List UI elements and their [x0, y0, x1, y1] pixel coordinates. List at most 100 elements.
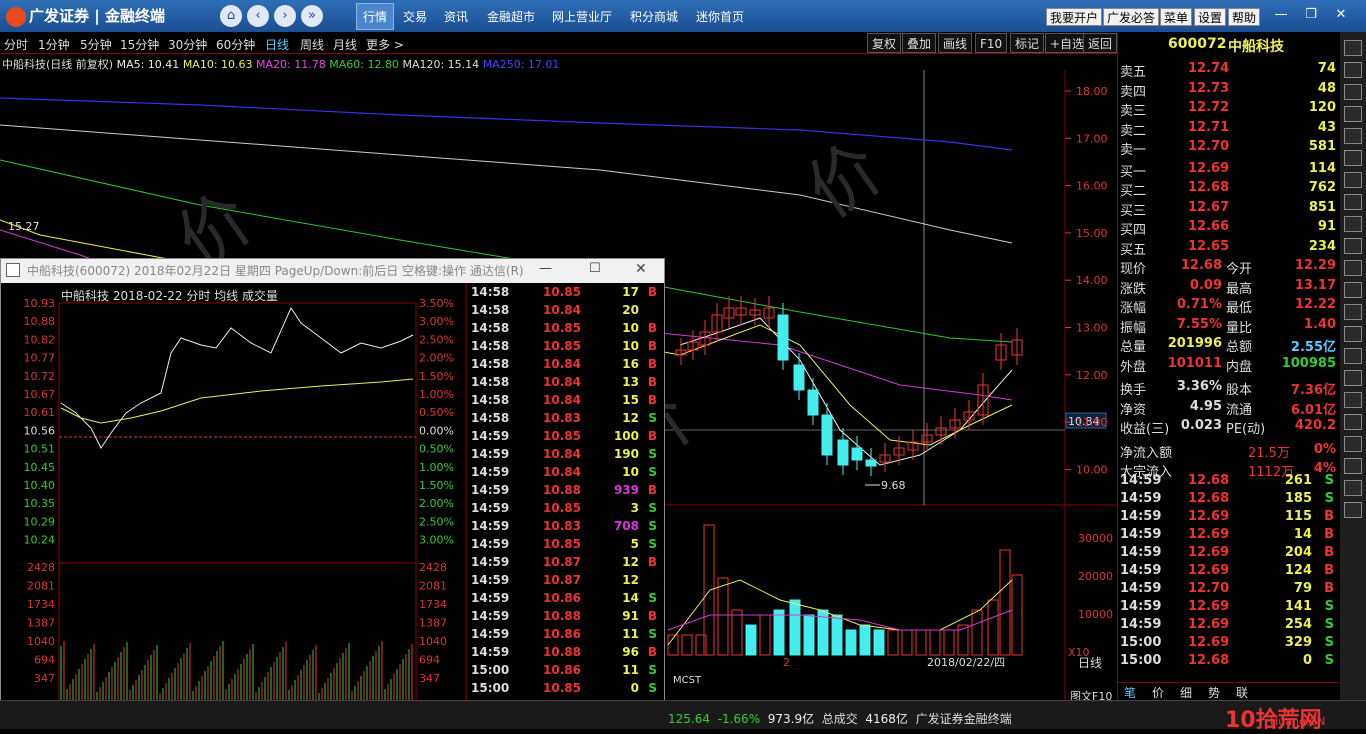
order-level: 卖一: [1120, 143, 1147, 158]
tick-time: 14:59: [471, 465, 510, 479]
close-icon[interactable]: ✕: [1330, 5, 1352, 25]
menu-button[interactable]: 菜单: [1160, 8, 1193, 26]
tick-row: 15:00 10.85 0 S: [471, 681, 661, 699]
right-tab-detail[interactable]: 细: [1180, 684, 1192, 701]
minimize-icon[interactable]: —: [1270, 5, 1292, 25]
mark-button[interactable]: 标记: [1010, 33, 1045, 53]
chart-f10-label[interactable]: 图文F10: [1070, 689, 1112, 700]
sidebar-tool-icon[interactable]: [1344, 260, 1362, 276]
sidebar-tool-icon[interactable]: [1344, 502, 1362, 518]
tick-volume: 12: [622, 573, 639, 587]
period-15min[interactable]: 15分钟: [120, 36, 159, 53]
tick-side: S: [648, 663, 657, 677]
faq-button[interactable]: 广发必答: [1103, 8, 1160, 26]
sidebar-tool-icon[interactable]: [1344, 282, 1362, 298]
sidebar-tool-icon[interactable]: [1344, 458, 1362, 474]
help-button[interactable]: 帮助: [1228, 8, 1261, 26]
tick-time: 14:59: [471, 609, 510, 623]
sidebar-tool-icon[interactable]: [1344, 172, 1362, 188]
period-60min[interactable]: 60分钟: [216, 36, 255, 53]
sidebar-tool-icon[interactable]: [1344, 370, 1362, 386]
collapse-icon[interactable]: »: [301, 5, 323, 27]
stat-label: 净资: [1120, 402, 1147, 418]
trade-time: 14:59: [1120, 491, 1162, 506]
adjust-button[interactable]: 复权: [867, 33, 902, 53]
sidebar-tool-icon[interactable]: [1344, 480, 1362, 496]
menu-online-hall[interactable]: 网上营业厅: [552, 8, 612, 25]
period-daily[interactable]: 日线: [265, 36, 289, 53]
popup-titlebar[interactable]: 中船科技(600072) 2018年02月22日 星期四 PageUp/Down…: [1, 259, 664, 283]
trade-volume: 254: [1284, 617, 1312, 632]
sidebar-tool-icon[interactable]: [1344, 414, 1362, 430]
popup-close-icon[interactable]: ✕: [635, 261, 655, 277]
tick-row: 14:58 10.84 13 B: [471, 375, 661, 393]
intraday-left-tick: 10.72: [24, 370, 56, 383]
period-more[interactable]: 更多 >: [366, 36, 404, 53]
price-tick-label: 10.00: [1076, 463, 1108, 476]
stat-label2: 股本: [1226, 383, 1253, 398]
right-tab-trend[interactable]: 势: [1208, 684, 1220, 701]
right-tab-price[interactable]: 价: [1152, 684, 1164, 701]
maximize-icon[interactable]: ❐: [1300, 5, 1322, 25]
intraday-popup[interactable]: 中船科技(600072) 2018年02月22日 星期四 PageUp/Down…: [0, 258, 666, 721]
stat-row: 净流入额 21.5万 0%: [1118, 442, 1340, 461]
period-1min[interactable]: 1分钟: [38, 36, 70, 53]
menu-points-mall[interactable]: 积分商城: [630, 8, 678, 25]
trade-time: 14:59: [1120, 563, 1162, 578]
sidebar-tool-icon[interactable]: [1344, 216, 1362, 232]
period-intraday[interactable]: 分时: [4, 36, 28, 53]
stock-header: 600072 中船科技: [1118, 36, 1340, 58]
period-monthly[interactable]: 月线: [333, 36, 357, 53]
sidebar-tool-icon[interactable]: [1344, 106, 1362, 122]
return-button[interactable]: 返回: [1083, 33, 1118, 53]
high-price-marker: 15.27: [8, 220, 40, 233]
tick-price: 10.87: [543, 555, 581, 569]
sidebar-tool-icon[interactable]: [1344, 392, 1362, 408]
menu-quotes[interactable]: 行情: [356, 3, 395, 30]
sidebar-tool-icon[interactable]: [1344, 150, 1362, 166]
volume-bar: [987, 599, 999, 656]
tick-volume: 12: [622, 411, 639, 425]
stat-row: 现价 12.68 今开 12.29: [1118, 258, 1340, 277]
volume-bar: [999, 549, 1011, 656]
stat-value: 3.36%: [1176, 379, 1222, 394]
right-tab-ticks[interactable]: 笔: [1124, 684, 1136, 701]
overlay-button[interactable]: 叠加: [902, 33, 937, 53]
sidebar-tool-icon[interactable]: [1344, 194, 1362, 210]
period-weekly[interactable]: 周线: [300, 36, 324, 53]
sidebar-tool-icon[interactable]: [1344, 84, 1362, 100]
order-volume: 43: [1317, 119, 1336, 135]
sidebar-tool-icon[interactable]: [1344, 326, 1362, 342]
popup-minimize-icon[interactable]: —: [539, 261, 559, 276]
period-30min[interactable]: 30分钟: [168, 36, 207, 53]
sidebar-tool-icon[interactable]: [1344, 348, 1362, 364]
sidebar-tool-icon[interactable]: [1344, 128, 1362, 144]
sidebar-tool-icon[interactable]: [1344, 304, 1362, 320]
order-price: 12.71: [1188, 119, 1230, 135]
trade-row: 14:59 12.69 14 B: [1118, 527, 1340, 546]
draw-button[interactable]: 画线: [938, 33, 973, 53]
sidebar-tool-icon[interactable]: [1344, 238, 1362, 254]
settings-button[interactable]: 设置: [1194, 8, 1227, 26]
menu-finance-market[interactable]: 金融超市: [487, 8, 535, 25]
forward-icon[interactable]: ›: [274, 5, 296, 27]
sidebar-tool-icon[interactable]: [1344, 436, 1362, 452]
order-level: 卖二: [1120, 123, 1147, 139]
menu-news[interactable]: 资讯: [444, 8, 468, 25]
menu-mini-home[interactable]: 迷你首页: [696, 8, 744, 25]
f10-button[interactable]: F10: [975, 33, 1008, 53]
sidebar-tool-icon[interactable]: [1344, 62, 1362, 78]
intraday-left-tick: 10.56: [24, 424, 56, 437]
period-5min[interactable]: 5分钟: [80, 36, 112, 53]
popup-maximize-icon[interactable]: ☐: [589, 261, 609, 276]
back-icon[interactable]: ‹: [247, 5, 269, 27]
home-icon[interactable]: ⌂: [220, 5, 242, 27]
open-account-button[interactable]: 我要开户: [1046, 8, 1103, 26]
trade-row: 14:59 12.69 254 S: [1118, 617, 1340, 636]
stat-value2: 0%: [1313, 441, 1336, 457]
sidebar-tool-icon[interactable]: [1344, 40, 1362, 56]
right-tab-link[interactable]: 联: [1236, 684, 1248, 701]
menu-trade[interactable]: 交易: [403, 8, 427, 25]
tick-row: 14:59 10.85 5 S: [471, 537, 661, 555]
index-amount: 973.9亿: [767, 712, 815, 726]
